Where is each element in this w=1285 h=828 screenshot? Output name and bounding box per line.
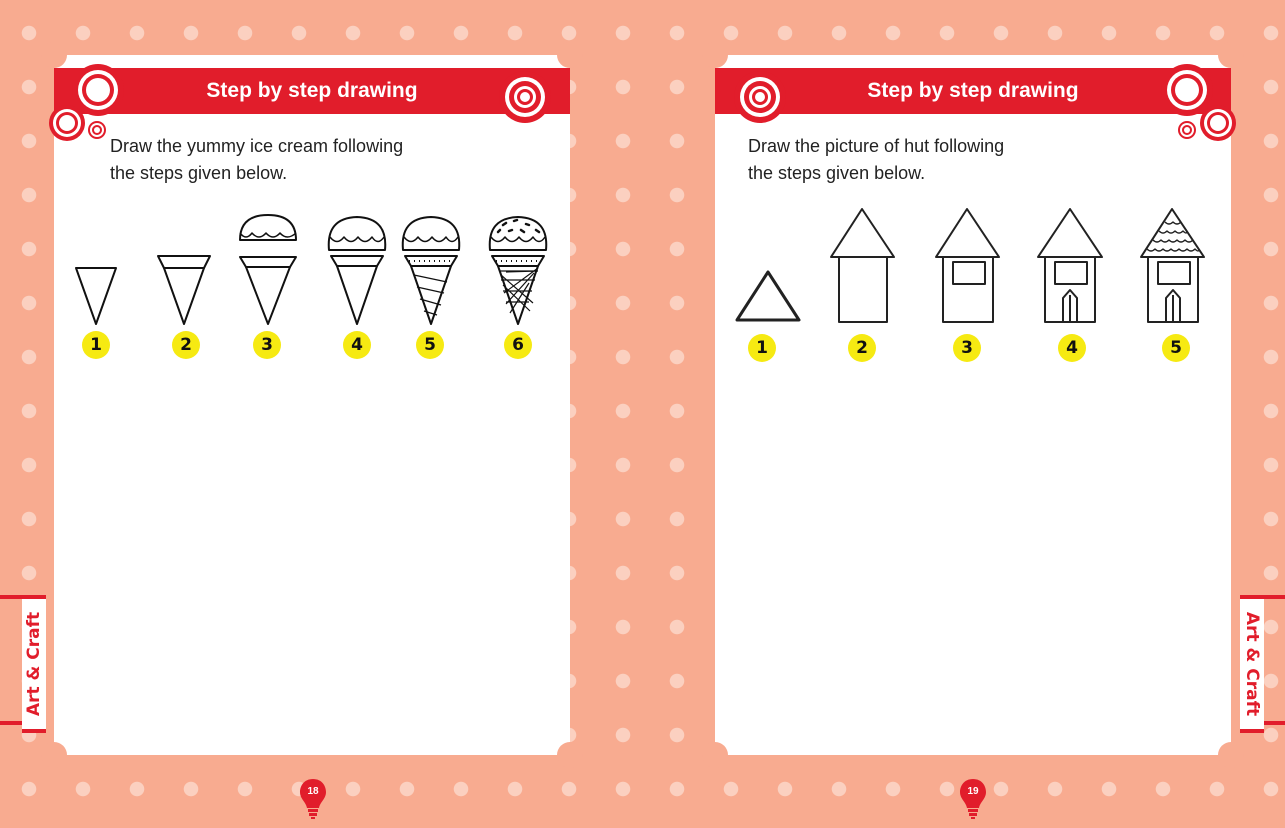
step-number-badge: 4 bbox=[343, 331, 371, 359]
step-number-badge: 1 bbox=[748, 334, 776, 362]
hut-icon bbox=[935, 208, 1000, 323]
section-label: Art & Craft bbox=[1242, 611, 1262, 717]
step-number-badge: 3 bbox=[953, 334, 981, 362]
page-number-badge: 18 bbox=[298, 777, 328, 823]
ice-cream-icon bbox=[327, 216, 387, 325]
step-number-badge: 4 bbox=[1058, 334, 1086, 362]
corner-notch bbox=[1218, 42, 1244, 68]
cone-icon bbox=[75, 267, 117, 325]
instruction-line: Draw the yummy ice cream following bbox=[110, 136, 404, 156]
title-banner: Step by step drawing bbox=[715, 68, 1231, 114]
bulb-icon bbox=[300, 779, 326, 819]
corner-notch bbox=[1218, 742, 1244, 768]
circle-decoration-icon bbox=[1178, 121, 1196, 139]
hut-icon bbox=[1037, 208, 1103, 323]
instructions: Draw the yummy ice cream following the s… bbox=[110, 133, 440, 187]
circle-decoration-icon bbox=[499, 71, 551, 123]
step-number-badge: 6 bbox=[504, 331, 532, 359]
hut-steps-drawing bbox=[735, 208, 1205, 323]
ice-cream-icon bbox=[239, 214, 297, 325]
tab-line bbox=[1264, 721, 1285, 725]
step-number-badge: 5 bbox=[416, 331, 444, 359]
page-title: Step by step drawing bbox=[867, 79, 1079, 102]
corner-notch bbox=[557, 742, 583, 768]
instruction-line: the steps given below. bbox=[110, 163, 288, 183]
page-number: 19 bbox=[967, 786, 979, 797]
left-page: Step by step drawing Draw the yummy ice … bbox=[41, 42, 583, 819]
triangle-icon bbox=[735, 270, 801, 322]
right-page: Step by step drawing Draw the picture of… bbox=[702, 42, 1244, 819]
bulb-icon bbox=[960, 779, 986, 819]
corner-notch bbox=[41, 742, 67, 768]
tab-line bbox=[0, 721, 22, 725]
ice-cream-icon bbox=[401, 216, 461, 325]
corner-notch bbox=[557, 42, 583, 68]
circle-decoration-icon bbox=[49, 105, 85, 141]
step-number-badge: 2 bbox=[172, 331, 200, 359]
corner-notch bbox=[41, 42, 67, 68]
circle-decoration-icon bbox=[1200, 105, 1236, 141]
page-number: 18 bbox=[307, 786, 319, 797]
instruction-line: Draw the picture of hut following bbox=[748, 136, 1005, 156]
instructions: Draw the picture of hut following the st… bbox=[748, 133, 1078, 187]
page-number-badge: 19 bbox=[958, 777, 988, 823]
step-number-badge: 5 bbox=[1162, 334, 1190, 362]
circle-decoration-icon bbox=[734, 71, 786, 123]
tab-line bbox=[0, 595, 22, 599]
cone-icon bbox=[157, 255, 211, 325]
page-title: Step by step drawing bbox=[206, 79, 418, 102]
circle-decoration-icon bbox=[88, 121, 106, 139]
title-banner: Step by step drawing bbox=[54, 68, 570, 114]
step-number-badge: 3 bbox=[253, 331, 281, 359]
section-side-tab: Art & Craft bbox=[1240, 595, 1264, 733]
section-label: Art & Craft bbox=[24, 611, 44, 717]
corner-notch bbox=[702, 742, 728, 768]
hut-icon bbox=[830, 208, 895, 323]
section-side-tab: Art & Craft bbox=[22, 595, 46, 733]
ice-cream-icon bbox=[488, 216, 548, 325]
step-number-badge: 1 bbox=[82, 331, 110, 359]
ice-cream-steps-drawing bbox=[75, 214, 548, 325]
hut-icon bbox=[1140, 208, 1205, 323]
tab-line bbox=[1264, 595, 1285, 599]
step-number-badge: 2 bbox=[848, 334, 876, 362]
instruction-line: the steps given below. bbox=[748, 163, 926, 183]
corner-notch bbox=[702, 42, 728, 68]
